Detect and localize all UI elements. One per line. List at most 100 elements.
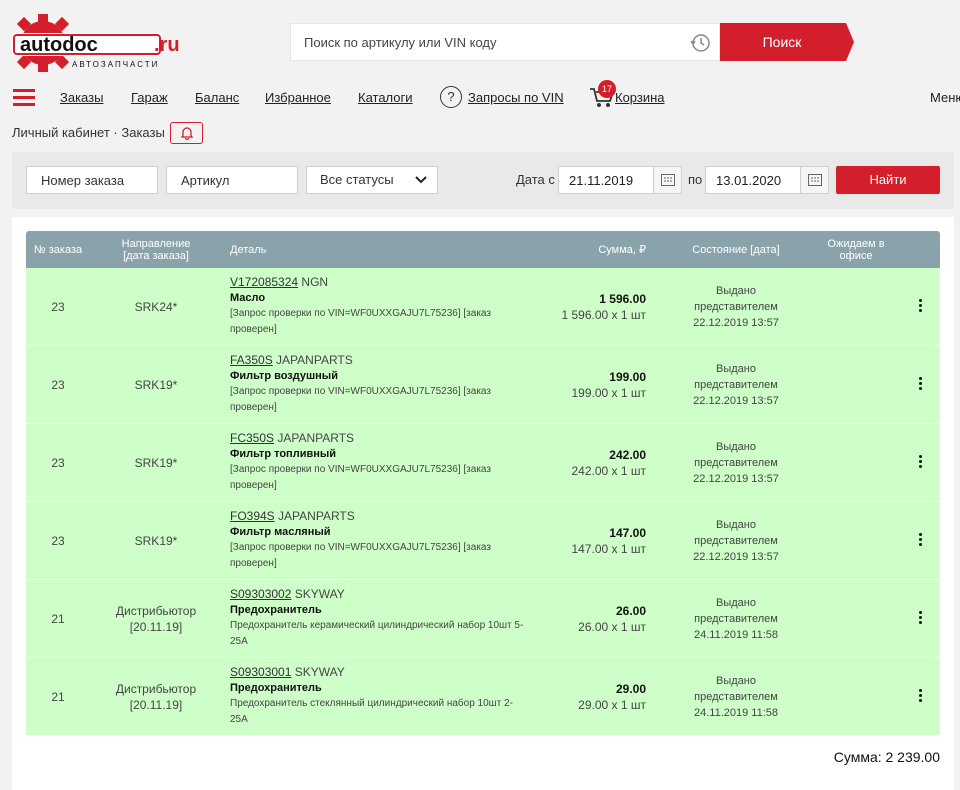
svg-text:.ru: .ru [154,34,180,56]
order-number: 21 [51,690,65,704]
cart-count-badge: 17 [598,80,616,98]
row-unit-price: 242.00 x 1 шт [571,464,646,478]
part-code-link[interactable]: FA350S [230,353,273,367]
table-row[interactable]: 23 SRK19* FC350S JAPANPARTS Фильтр топли… [26,424,940,502]
search-input[interactable] [291,24,671,60]
chevron-down-icon [415,176,427,184]
nav-catalogs[interactable]: Каталоги [358,90,413,105]
order-direction: SRK19* [134,534,178,548]
more-options-icon[interactable] [919,611,925,627]
part-code-link[interactable]: FC350S [230,431,274,445]
header-sum[interactable]: Сумма, ₽ [546,231,646,268]
grand-total: Сумма: 2 239.00 [833,749,940,765]
part-note: Предохранитель стеклянный цилиндрический… [230,698,513,725]
nav-orders[interactable]: Заказы [60,90,103,105]
order-state: Выдано представителем 24.11.2019 11:58 [693,675,778,719]
part-name: Фильтр масляный [230,526,331,538]
part-cell: FC350S JAPANPARTS Фильтр топливный [Запр… [230,430,530,494]
date-from-label: Дата с [516,172,555,187]
nav-vin-requests[interactable]: Запросы по VIN [468,90,564,105]
more-options-icon[interactable] [919,533,925,549]
part-code-link[interactable]: FO394S [230,509,275,523]
calendar-icon[interactable] [653,167,681,193]
nav-balance[interactable]: Баланс [195,90,239,105]
order-state: Выдано представителем 22.12.2019 13:57 [693,519,779,563]
order-direction: SRK19* [134,456,178,470]
row-total: 242.00 [609,448,646,462]
more-options-icon[interactable] [919,689,925,705]
nav-garage[interactable]: Гараж [131,90,168,105]
date-to-value: 13.01.2020 [716,173,782,188]
header-direction[interactable]: Направление [дата заказа] [108,231,204,268]
sum-cell: 26.00 26.00 x 1 шт [578,603,646,635]
part-code-link[interactable]: V172085324 [230,275,298,289]
table-row[interactable]: 21 Дистрибьютор [20.11.19] S09303002 SKY… [26,580,940,658]
sum-cell: 1 596.00 1 596.00 x 1 шт [561,291,646,323]
notifications-button[interactable] [170,122,203,144]
more-options-icon[interactable] [919,455,925,471]
part-code-link[interactable]: S09303002 [230,587,291,601]
sum-cell: 29.00 29.00 x 1 шт [578,681,646,713]
more-options-icon[interactable] [919,377,925,393]
find-button[interactable]: Найти [836,166,940,194]
order-number: 23 [51,534,65,548]
part-brand: JAPANPARTS [276,353,353,367]
search-button[interactable]: Поиск [720,23,854,61]
breadcrumb: Личный кабинет · Заказы [12,125,165,140]
part-brand: NGN [301,275,329,289]
table-row[interactable]: 23 SRK24* V172085324 NGN Масло [Запрос п… [26,268,940,346]
order-number: 23 [51,378,65,392]
order-state: Выдано представителем 22.12.2019 13:57 [693,363,779,407]
row-unit-price: 199.00 x 1 шт [571,386,646,400]
autodoc-logo[interactable]: autodoc .ru АВТОЗАПЧАСТИ [12,12,197,74]
more-options-icon[interactable] [919,299,925,315]
order-number-input[interactable] [26,166,158,194]
header-order-number[interactable]: № заказа [26,231,90,268]
part-cell: S09303002 SKYWAY Предохранитель Предохра… [230,586,530,650]
part-brand: JAPANPARTS [277,431,355,445]
part-code-link[interactable]: S09303001 [230,665,291,679]
status-select[interactable]: Все статусы [306,166,438,194]
part-brand: JAPANPARTS [278,509,355,523]
date-to-field[interactable]: 13.01.2020 [705,166,829,194]
order-state: Выдано представителем 24.11.2019 11:58 [693,597,778,641]
orders-filter-bar: Все статусы Дата с 21.11.2019 по 13.01.2… [12,152,954,209]
order-number: 23 [51,300,65,314]
part-name: Предохранитель [230,604,322,616]
nav-favorites[interactable]: Избранное [265,90,331,105]
part-note: [Запрос проверки по VIN=WF0UXXGAJU7L7523… [230,308,491,335]
order-number: 23 [51,456,65,470]
row-unit-price: 1 596.00 x 1 шт [561,308,646,322]
part-brand: SKYWAY [294,587,345,601]
part-note: [Запрос проверки по VIN=WF0UXXGAJU7L7523… [230,386,491,413]
article-input[interactable] [166,166,298,194]
calendar-icon[interactable] [800,167,828,193]
svg-text:АВТОЗАПЧАСТИ: АВТОЗАПЧАСТИ [72,60,159,69]
question-icon[interactable]: ? [440,86,462,108]
order-direction: Дистрибьютор [20.11.19] [115,604,197,634]
history-clock-icon[interactable] [689,32,711,54]
site-header: autodoc .ru АВТОЗАПЧАСТИ Поиск Заказы Га… [0,0,960,150]
row-total: 29.00 [615,682,646,696]
nav-cart[interactable]: Корзина [615,90,665,105]
header-office[interactable]: Ожидаем в офисе [816,231,896,268]
part-cell: S09303001 SKYWAY Предохранитель Предохра… [230,664,530,728]
header-state[interactable]: Состояние [дата] [686,231,786,268]
date-from-field[interactable]: 21.11.2019 [558,166,682,194]
part-note: [Запрос проверки по VIN=WF0UXXGAJU7L7523… [230,464,491,491]
table-row[interactable]: 23 SRK19* FO394S JAPANPARTS Фильтр масля… [26,502,940,580]
table-row[interactable]: 23 SRK19* FA350S JAPANPARTS Фильтр возду… [26,346,940,424]
part-cell: FA350S JAPANPARTS Фильтр воздушный [Запр… [230,352,530,416]
menu-link[interactable]: Меню [930,90,960,105]
part-name: Масло [230,292,266,304]
part-name: Предохранитель [230,682,322,694]
orders-card: № заказа Направление [дата заказа] Детал… [12,217,954,790]
part-note: [Запрос проверки по VIN=WF0UXXGAJU7L7523… [230,542,491,569]
order-number: 21 [51,612,65,626]
header-part[interactable]: Деталь [230,231,290,268]
table-row[interactable]: 21 Дистрибьютор [20.11.19] S09303001 SKY… [26,658,940,736]
part-name: Фильтр топливный [230,448,337,460]
svg-text:autodoc: autodoc [20,34,98,56]
row-total: 147.00 [609,526,646,540]
burger-menu-icon[interactable] [13,89,35,107]
